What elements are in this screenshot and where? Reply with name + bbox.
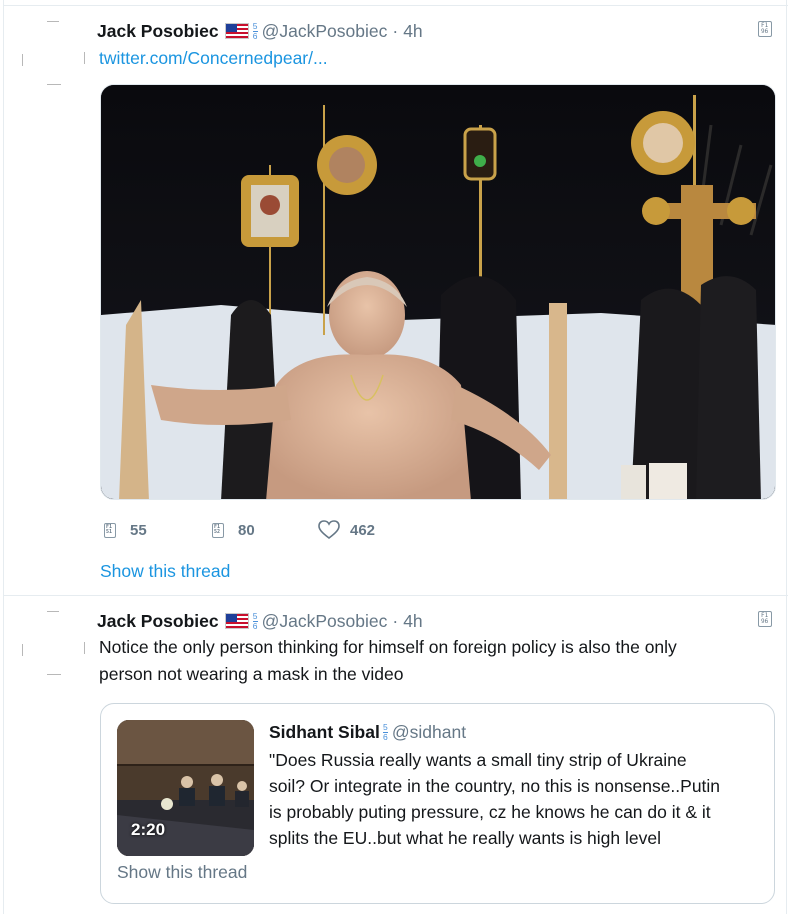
quoted-text-line: is probably puting pressure, cz he knows… (269, 802, 711, 822)
quoted-text-line: soil? Or integrate in the country, no th… (269, 776, 721, 796)
like-button[interactable]: 462 (318, 520, 375, 540)
quoted-tweet-text: "Does Russia really wants a small tiny s… (269, 747, 761, 851)
avatar[interactable] (19, 609, 85, 675)
quoted-text-line: "Does Russia really wants a small tiny s… (269, 750, 687, 770)
tweet-2[interactable]: Jack Posobiec 56 @JackPosobiec · 4h F1 96… (4, 596, 788, 914)
show-thread-link[interactable]: Show this thread (100, 561, 230, 582)
separator-dot: · (392, 20, 399, 41)
quoted-show-thread-link[interactable]: Show this thread (117, 862, 247, 883)
heart-icon (318, 520, 340, 540)
video-duration: 2:20 (131, 820, 166, 839)
tweet-header: Jack Posobiec 56 @JackPosobiec · 4h (97, 610, 423, 632)
tweet-1[interactable]: Jack Posobiec 56 @JackPosobiec · 4h F1 96… (4, 5, 788, 596)
more-options-icon[interactable]: F1 96 (758, 21, 772, 37)
quoted-text-line: splits the EU..but what he really wants … (269, 828, 661, 848)
like-count: 462 (350, 521, 376, 539)
photo-illustration (101, 85, 775, 499)
us-flag-icon (224, 613, 249, 629)
author-handle[interactable]: @JackPosobiec (262, 21, 388, 42)
timestamp[interactable]: 4h (403, 21, 422, 42)
quoted-author-name: Sidhant Sibal (269, 721, 380, 742)
quoted-tweet[interactable]: 2:20 Sidhant Sibal 56 @sidhant "Does Rus… (100, 703, 775, 904)
tweet-text: Notice the only person thinking for hims… (99, 634, 677, 688)
timeline: Jack Posobiec 56 @JackPosobiec · 4h F1 96… (3, 0, 788, 914)
video-thumbnail[interactable]: 2:20 (117, 720, 254, 856)
retweet-count: 80 (238, 521, 255, 539)
fraction-badge-icon: 56 (252, 20, 258, 41)
timestamp[interactable]: 4h (403, 611, 422, 632)
reply-icon: F1 51 (104, 522, 116, 538)
author-name[interactable]: Jack Posobiec (97, 21, 219, 42)
more-options-icon[interactable]: F1 96 (758, 611, 772, 627)
reply-count: 55 (130, 521, 147, 539)
quoted-tweet-header: Sidhant Sibal 56 @sidhant (269, 721, 466, 743)
tweet-actions: F1 51 55 F1 52 80 462 (104, 518, 375, 542)
reply-button[interactable]: F1 51 55 (104, 522, 212, 539)
separator-dot: · (392, 610, 399, 631)
avatar[interactable] (19, 19, 85, 85)
tweet-text-line: Notice the only person thinking for hims… (99, 637, 677, 657)
retweet-icon: F1 52 (212, 522, 224, 538)
author-handle[interactable]: @JackPosobiec (262, 611, 388, 632)
tweet-text: twitter.com/Concernedpear/... (99, 45, 328, 72)
tweet-photo[interactable] (100, 84, 776, 500)
fraction-badge-icon: 56 (252, 610, 258, 631)
author-name[interactable]: Jack Posobiec (97, 611, 219, 632)
tweet-text-line: person not wearing a mask in the video (99, 664, 404, 684)
tweet-header: Jack Posobiec 56 @JackPosobiec · 4h (97, 20, 423, 42)
quoted-author-handle: @sidhant (391, 721, 467, 742)
tweet-link[interactable]: twitter.com/Concernedpear/... (99, 48, 328, 68)
us-flag-icon (224, 23, 249, 39)
fraction-badge-icon: 56 (382, 721, 388, 742)
retweet-button[interactable]: F1 52 80 (212, 522, 318, 539)
